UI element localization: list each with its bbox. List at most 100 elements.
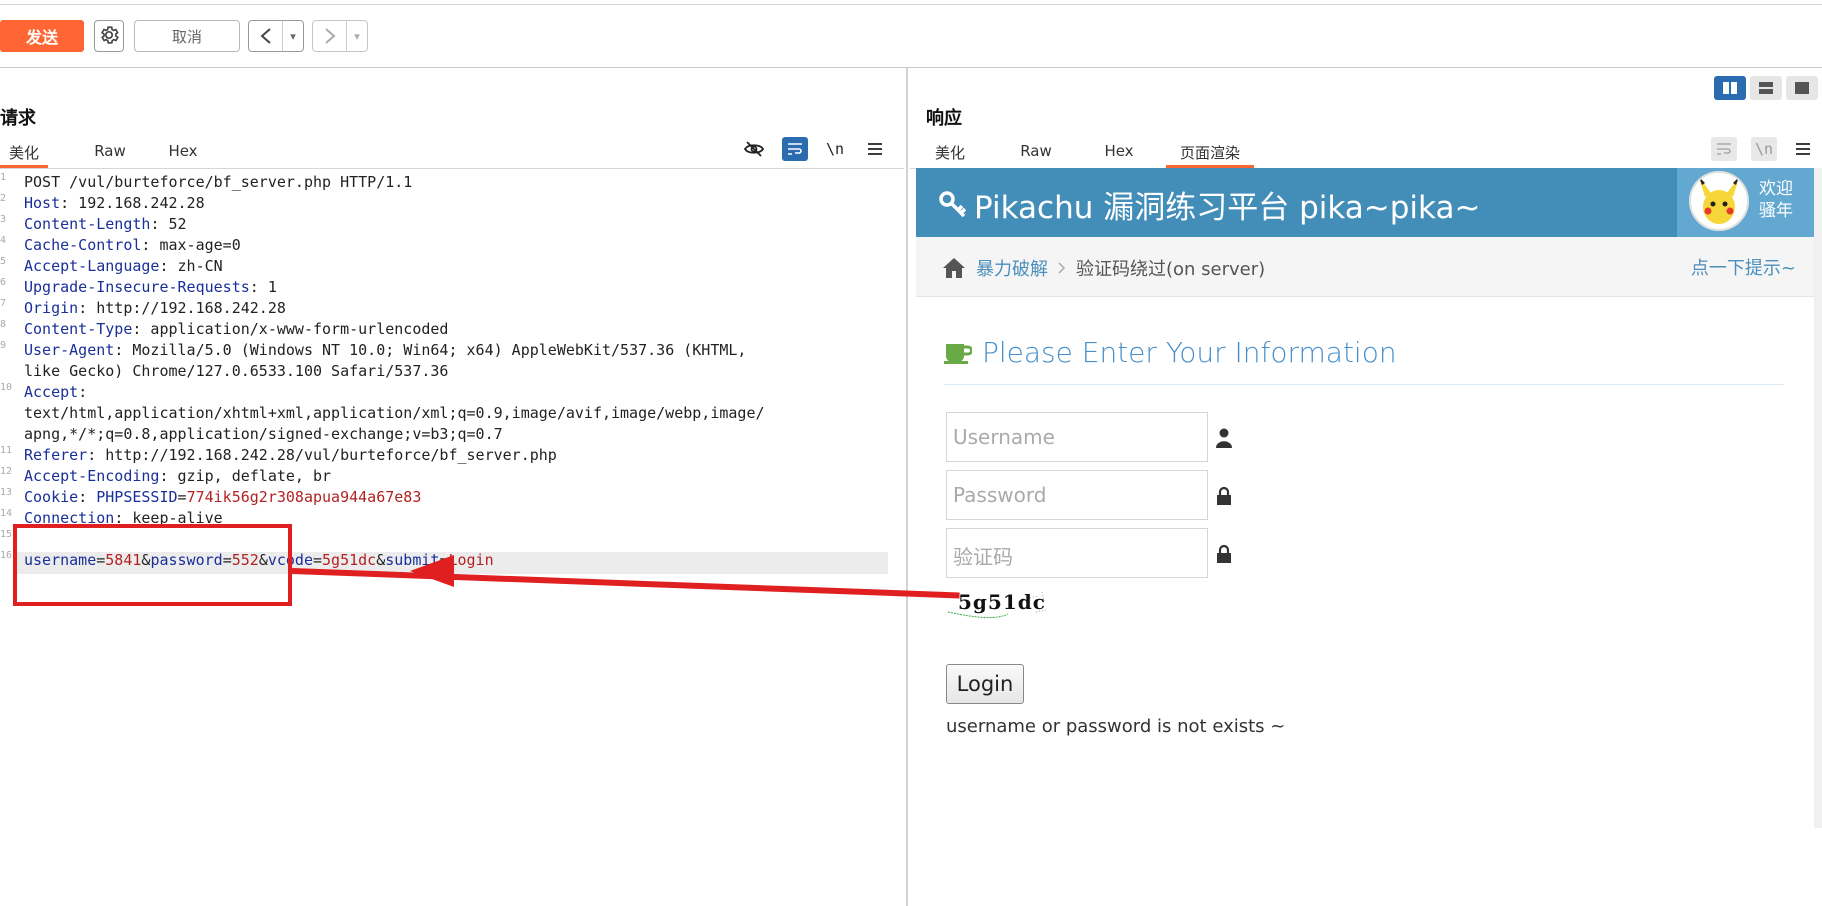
pane-divider[interactable] [906,68,908,906]
header-name: Cookie [24,488,79,506]
request-line: like Gecko) Chrome/127.0.6533.100 Safari… [24,362,449,380]
split-rows-icon [1759,82,1773,94]
tab-request-raw[interactable]: Raw [82,138,138,168]
username-input[interactable]: Username [946,412,1208,462]
welcome-text: 欢迎 骚年 [1759,178,1793,222]
welcome-line-1: 欢迎 [1759,179,1793,199]
show-newlines-button[interactable]: \n [822,137,848,161]
request-line: Accept: [24,383,88,401]
response-wrap-button[interactable] [1711,137,1737,161]
line-number: 4 [0,235,7,246]
response-newlines-button[interactable]: \n [1751,137,1777,161]
wrap-lines-button[interactable] [782,137,808,161]
request-menu-button[interactable] [862,137,888,161]
tab-response-render[interactable]: 页面渲染 [1166,138,1254,168]
home-icon [943,258,965,278]
back-history-dropdown[interactable]: ▾ [283,21,303,51]
site-brand-text: Pikachu 漏洞练习平台 pika~pika~ [974,190,1481,226]
layout-rows-button[interactable] [1750,76,1782,100]
menu-icon [1796,143,1810,155]
request-line: apng,*/*;q=0.8,application/signed-exchan… [24,425,503,443]
rendered-page: Pikachu 漏洞练习平台 pika~pika~ 欢迎 骚年 暴力破解 验证码… [916,168,1822,906]
line-number: 2 [0,193,7,204]
chevron-left-icon [259,28,271,44]
site-header: Pikachu 漏洞练习平台 pika~pika~ 欢迎 骚年 [916,168,1822,237]
line-number: 3 [0,214,7,225]
forward-dropdown-glyph: ▾ [354,30,360,43]
settings-button[interactable] [94,20,124,52]
layout-split-button[interactable] [1714,76,1746,100]
tab-response-hex[interactable]: Hex [1094,138,1144,168]
back-button[interactable] [249,21,283,51]
vcode-input[interactable]: 验证码 [946,528,1208,578]
chevron-right-icon [324,28,336,44]
captcha-image[interactable]: 5g51dc [946,588,1066,624]
request-line: Cookie: PHPSESSID=774ik56g2r308apua944a6… [24,488,422,506]
header-name: Content-Type [24,320,133,338]
header-name: Cache-Control [24,236,142,254]
line-number: 9 [0,340,7,351]
line-number [0,361,14,382]
tab-request-pretty[interactable]: 美化 [0,138,48,168]
key-icon [939,190,967,217]
header-name: User-Agent [24,341,115,359]
breadcrumb-trail: 暴力破解 验证码绕过(on server) [942,255,1265,281]
coffee-icon [944,343,972,364]
tab-response-pretty[interactable]: 美化 [926,138,974,168]
response-menu-button[interactable] [1790,137,1816,161]
user-menu[interactable]: 欢迎 骚年 [1677,168,1822,237]
cancel-button[interactable]: 取消 [134,20,240,52]
request-title: 请求 [0,108,36,129]
tab-response-raw[interactable]: Raw [1008,138,1064,168]
line-number: 13 [0,487,13,498]
user-icon [1216,428,1232,448]
back-dropdown-glyph: ▾ [290,30,296,43]
hide-nonprintable-button[interactable] [741,137,767,161]
response-title: 响应 [926,108,962,129]
header-name: Content-Length [24,215,151,233]
line-number: 16 [0,550,13,561]
line-number: 8 [0,319,7,330]
lock-icon [1217,486,1231,505]
breadcrumb-current: 验证码绕过(on server) [1076,259,1266,280]
wrap-lines-icon [1717,143,1731,155]
line-number: 1 [0,172,7,183]
avatar [1689,171,1749,231]
captcha-text: 5g51dc [958,590,1046,614]
header-name: Host [24,194,61,212]
site-brand[interactable]: Pikachu 漏洞练习平台 pika~pika~ [938,182,1480,227]
forward-nav-group: ▾ [312,20,368,52]
back-nav-group: ▾ [248,20,304,52]
line-number: 11 [0,445,13,456]
eye-slash-icon [744,141,764,157]
line-number: 12 [0,466,13,477]
login-button[interactable]: Login [946,664,1024,704]
hint-link[interactable]: 点一下提示~ [1691,254,1796,280]
annotation-arrow-head [410,555,454,587]
request-line: Cache-Control: max-age=0 [24,236,241,254]
forward-history-dropdown[interactable]: ▾ [347,21,367,51]
cookie-name: PHPSESSID [96,488,178,506]
layout-toggle-group [1714,76,1818,100]
single-pane-icon [1795,82,1809,94]
request-tab-rule [0,168,904,169]
request-editor[interactable]: POST /vul/burteforce/bf_server.php HTTP/… [24,172,894,571]
response-scrollbar[interactable] [1814,168,1822,828]
gear-icon [101,25,119,44]
breadcrumb-parent-link[interactable]: 暴力破解 [976,255,1048,281]
form-title-text: Please Enter Your Information [982,336,1397,369]
menu-icon [868,143,882,155]
forward-button[interactable] [313,21,347,51]
line-number [0,424,14,445]
chevron-right-icon [1058,262,1066,274]
password-input[interactable]: Password [946,470,1208,520]
breadcrumb: 暴力破解 验证码绕过(on server) [916,237,1822,297]
layout-single-button[interactable] [1786,76,1818,100]
tab-request-hex[interactable]: Hex [158,138,208,168]
send-button[interactable]: 发送 [0,20,84,52]
header-name: Upgrade-Insecure-Requests [24,278,250,296]
request-line: Accept-Encoding: gzip, deflate, br [24,467,332,485]
line-number [0,403,14,424]
header-name: Referer [24,446,88,464]
param-value: Login [448,551,494,569]
